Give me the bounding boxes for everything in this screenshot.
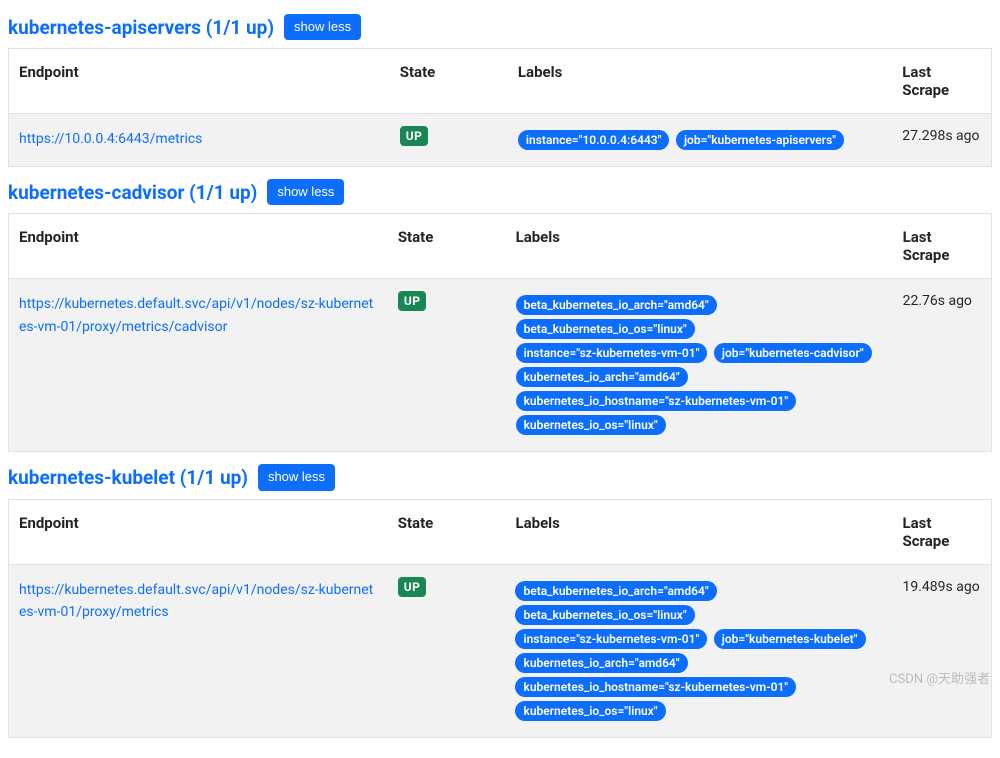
table-row: https://kubernetes.default.svc/api/v1/no… — [9, 279, 992, 452]
show-less-button[interactable]: show less — [284, 14, 361, 40]
state-badge-up: UP — [400, 126, 429, 146]
labels-cell: instance="10.0.0.4:6443" job="kubernetes… — [508, 114, 892, 167]
state-badge-up: UP — [398, 577, 427, 597]
targets-table: EndpointStateLabelsLast Scrape https://ku… — [8, 499, 992, 738]
labels-cell: beta_kubernetes_io_arch="amd64" beta_kub… — [505, 564, 892, 737]
label-pill: beta_kubernetes_io_arch="amd64" — [515, 581, 716, 601]
column-header-endpoint: Endpoint — [9, 49, 390, 114]
table-row: https://kubernetes.default.svc/api/v1/no… — [9, 564, 992, 737]
label-pill: kubernetes_io_os="linux" — [515, 701, 665, 721]
labels-cell: beta_kubernetes_io_arch="amd64" beta_kub… — [506, 279, 893, 452]
label-pill: beta_kubernetes_io_os="linux" — [516, 319, 695, 339]
label-pill: beta_kubernetes_io_arch="amd64" — [516, 295, 717, 315]
group-header: kubernetes-cadvisor (1/1 up) show less — [8, 179, 992, 205]
target-group: kubernetes-cadvisor (1/1 up) show less End… — [8, 179, 992, 452]
last-scrape-value: 22.76s ago — [903, 293, 972, 309]
column-header-endpoint: Endpoint — [9, 214, 388, 279]
label-pill: instance="10.0.0.4:6443" — [518, 130, 670, 150]
targets-table: EndpointStateLabelsLast Scrapehttps://10… — [8, 48, 992, 167]
endpoint-link[interactable]: https://kubernetes.default.svc/api/v1/no… — [19, 296, 373, 334]
label-pill: kubernetes_io_arch="amd64" — [516, 367, 688, 387]
column-header-labels: Labels — [506, 214, 893, 279]
label-pill: kubernetes_io_arch="amd64" — [515, 653, 687, 673]
column-header-state: State — [388, 214, 506, 279]
label-pill: beta_kubernetes_io_os="linux" — [515, 605, 694, 625]
group-title[interactable]: kubernetes-cadvisor (1/1 up) — [8, 181, 257, 204]
column-header-endpoint: Endpoint — [9, 499, 388, 564]
label-pill: job="kubernetes-apiservers" — [676, 130, 844, 150]
column-header-labels: Labels — [505, 499, 892, 564]
target-group: kubernetes-kubelet (1/1 up) show less Endp… — [8, 464, 992, 737]
group-title[interactable]: kubernetes-kubelet (1/1 up) — [8, 466, 248, 489]
group-header: kubernetes-apiservers (1/1 up) show less — [8, 14, 992, 40]
label-pill: kubernetes_io_hostname="sz-kubernetes-vm… — [516, 391, 797, 411]
last-scrape-value: 27.298s ago — [902, 128, 979, 144]
column-header-last-scrape: Last Scrape — [892, 49, 991, 114]
column-header-state: State — [390, 49, 508, 114]
label-pill: job="kubernetes-kubelet" — [714, 629, 866, 649]
show-less-button[interactable]: show less — [267, 179, 344, 205]
label-pill: job="kubernetes-cadvisor" — [714, 343, 872, 363]
column-header-last-scrape: Last Scrape — [893, 214, 992, 279]
endpoint-link[interactable]: https://10.0.0.4:6443/metrics — [19, 131, 202, 147]
last-scrape-value: 19.489s ago — [902, 579, 979, 595]
state-badge-up: UP — [398, 291, 427, 311]
target-group: kubernetes-apiservers (1/1 up) show less E… — [8, 14, 992, 167]
targets-table: EndpointStateLabelsLast Scrape https://ku… — [8, 213, 992, 452]
label-pill: instance="sz-kubernetes-vm-01" — [516, 343, 708, 363]
show-less-button[interactable]: show less — [258, 464, 335, 490]
column-header-state: State — [388, 499, 506, 564]
targets-page: kubernetes-apiservers (1/1 up) show less E… — [8, 14, 992, 738]
group-header: kubernetes-kubelet (1/1 up) show less — [8, 464, 992, 490]
column-header-last-scrape: Last Scrape — [892, 499, 991, 564]
table-row: https://10.0.0.4:6443/metrics UP instance=… — [9, 114, 992, 167]
group-title[interactable]: kubernetes-apiservers (1/1 up) — [8, 16, 274, 39]
label-pill: kubernetes_io_os="linux" — [516, 415, 666, 435]
column-header-labels: Labels — [508, 49, 892, 114]
endpoint-link[interactable]: https://kubernetes.default.svc/api/v1/no… — [19, 582, 373, 620]
label-pill: kubernetes_io_hostname="sz-kubernetes-vm… — [515, 677, 796, 697]
label-pill: instance="sz-kubernetes-vm-01" — [515, 629, 707, 649]
